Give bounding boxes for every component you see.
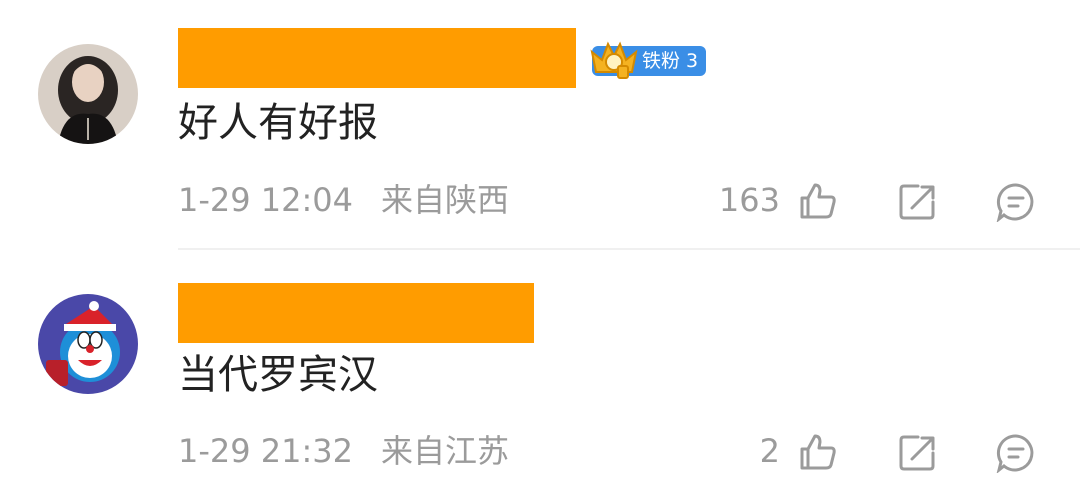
comment-meta: 1-29 21:32 来自江苏: [178, 431, 509, 471]
thumbs-up-icon[interactable]: [798, 181, 838, 221]
comment-text: 好人有好报: [178, 100, 378, 146]
location: 来自江苏: [381, 432, 510, 470]
timestamp: 1-29 12:04: [178, 181, 354, 219]
crown-icon: [590, 41, 638, 79]
timestamp: 1-29 21:32: [178, 432, 354, 470]
location: 来自陕西: [381, 181, 510, 219]
like-count: 2: [759, 432, 780, 470]
share-icon[interactable]: [898, 433, 938, 473]
comment-text: 当代罗宾汉: [178, 352, 378, 398]
comment-meta: 1-29 12:04 来自陕西: [178, 180, 509, 220]
username-redacted[interactable]: [178, 28, 576, 88]
comment-icon[interactable]: [996, 182, 1036, 222]
username-redacted[interactable]: [178, 283, 534, 343]
avatar[interactable]: [38, 44, 138, 144]
thumbs-up-icon[interactable]: [798, 432, 838, 472]
comment-item: 当代罗宾汉 1-29 21:32 来自江苏 2: [0, 250, 1080, 485]
badge-label: 铁粉 3: [642, 50, 699, 72]
comment-item: 铁粉 3 好人有好报 1-29 12:04 来自陕西 163: [0, 0, 1080, 250]
comment-icon[interactable]: [996, 433, 1036, 473]
avatar[interactable]: [38, 294, 138, 394]
share-icon[interactable]: [898, 182, 938, 222]
like-count: 163: [718, 181, 780, 219]
fan-badge[interactable]: 铁粉 3: [590, 41, 707, 79]
